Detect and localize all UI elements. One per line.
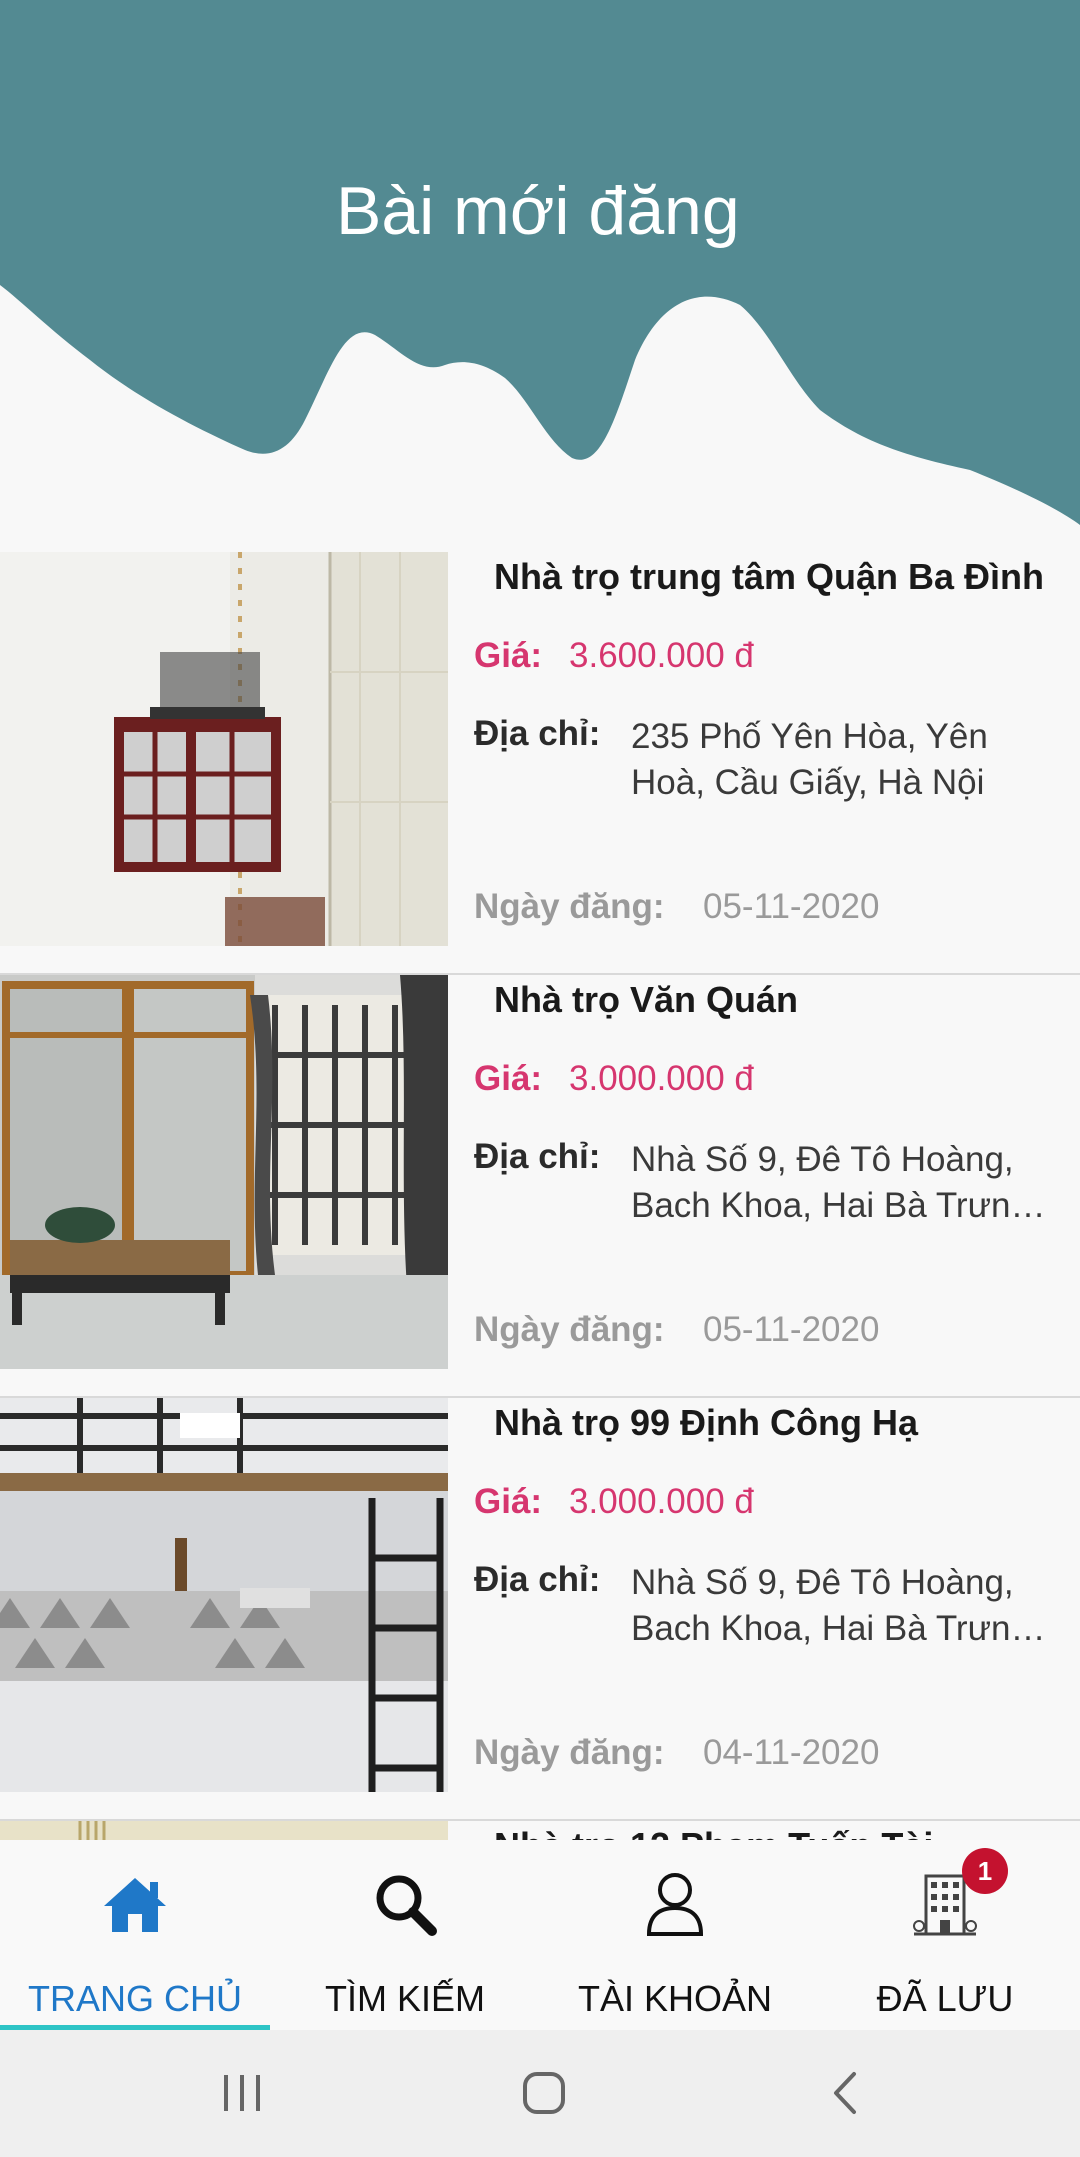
address-label: Địa chỉ: [474, 1560, 601, 1599]
back-icon[interactable] [806, 2058, 886, 2128]
tab-home[interactable]: TRANG CHỦ [0, 1840, 270, 2030]
address-value: Nhà Số 9, Đê Tô Hoàng, Bach Khoa, Hai Bà… [631, 1563, 1040, 1648]
listing-photo [0, 1821, 448, 1840]
listing-card[interactable]: Nhà trọ 99 Định Công Hạ Giá: 3.000.000 đ… [0, 1398, 1080, 1821]
listing-list[interactable]: Nhà trọ trung tâm Quận Ba Đình Giá: 3.60… [0, 552, 1080, 1840]
tab-saved[interactable]: 1 ĐÃ LƯU [810, 1840, 1080, 2030]
address-value: 235 Phố Yên Hòa, Yên Hoà, Cầu Giấy, Hà N… [631, 717, 988, 802]
price-label: Giá: [474, 1059, 543, 1098]
address-label: Địa chỉ: [474, 1137, 601, 1176]
user-icon [646, 1873, 704, 1936]
price-value: 3.000.000 đ [569, 1482, 754, 1521]
date-label: Ngày đăng: [474, 1310, 665, 1349]
tab-home-label: TRANG CHỦ [28, 1978, 242, 2019]
tab-account-label: TÀI KHOẢN [577, 1978, 773, 2019]
listing-photo [0, 975, 448, 1369]
listing-photo [0, 1398, 448, 1792]
listing-title[interactable]: Nhà trọ trung tâm Quận Ba Đình [494, 556, 1044, 598]
listing-card[interactable]: Nhà trọ trung tâm Quận Ba Đình Giá: 3.60… [0, 552, 1080, 975]
home-icon [104, 1878, 166, 1932]
address-label: Địa chỉ: [474, 714, 601, 753]
system-navigation-bar [0, 2030, 1080, 2157]
tab-search[interactable]: TÌM KIẾM [270, 1840, 540, 2030]
header-wave-background [0, 0, 1080, 525]
price-value: 3.600.000 đ [569, 636, 754, 675]
bottom-tab-bar: TRANG CHỦ TÌM KIẾM TÀI KHOẢN 1 ĐÃ LƯU [0, 1840, 1080, 2030]
listing-card[interactable]: Nhà trọ Văn Quán Giá: 3.000.000 đ Địa ch… [0, 975, 1080, 1398]
listing-photo [0, 552, 448, 946]
date-value: 04-11-2020 [703, 1733, 880, 1772]
price-value: 3.000.000 đ [569, 1059, 754, 1098]
listing-card[interactable]: Nhà trọ 12 Phạm Tuấn Tài [0, 1821, 1080, 1840]
listing-title[interactable]: Nhà trọ Văn Quán [494, 979, 798, 1021]
page-title: Bài mới đăng [336, 173, 740, 249]
listing-title[interactable]: Nhà trọ 99 Định Công Hạ [494, 1402, 918, 1444]
address-value: Nhà Số 9, Đê Tô Hoàng, Bach Khoa, Hai Bà… [631, 1140, 1040, 1225]
listing-title[interactable]: Nhà trọ 12 Phạm Tuấn Tài [494, 1825, 933, 1840]
search-icon [376, 1875, 437, 1936]
saved-count-badge: 1 [962, 1848, 1008, 1894]
date-label: Ngày đăng: [474, 887, 665, 926]
tab-search-label: TÌM KIẾM [325, 1978, 485, 2019]
price-label: Giá: [474, 1482, 543, 1521]
home-button-icon[interactable] [504, 2058, 584, 2128]
header: Bài mới đăng [0, 0, 1080, 540]
date-value: 05-11-2020 [703, 1310, 880, 1349]
price-label: Giá: [474, 636, 543, 675]
date-label: Ngày đăng: [474, 1733, 665, 1772]
tab-saved-label: ĐÃ LƯU [876, 1978, 1014, 2019]
tab-account[interactable]: TÀI KHOẢN [540, 1840, 810, 2030]
date-value: 05-11-2020 [703, 887, 880, 926]
recents-icon[interactable] [202, 2058, 282, 2128]
